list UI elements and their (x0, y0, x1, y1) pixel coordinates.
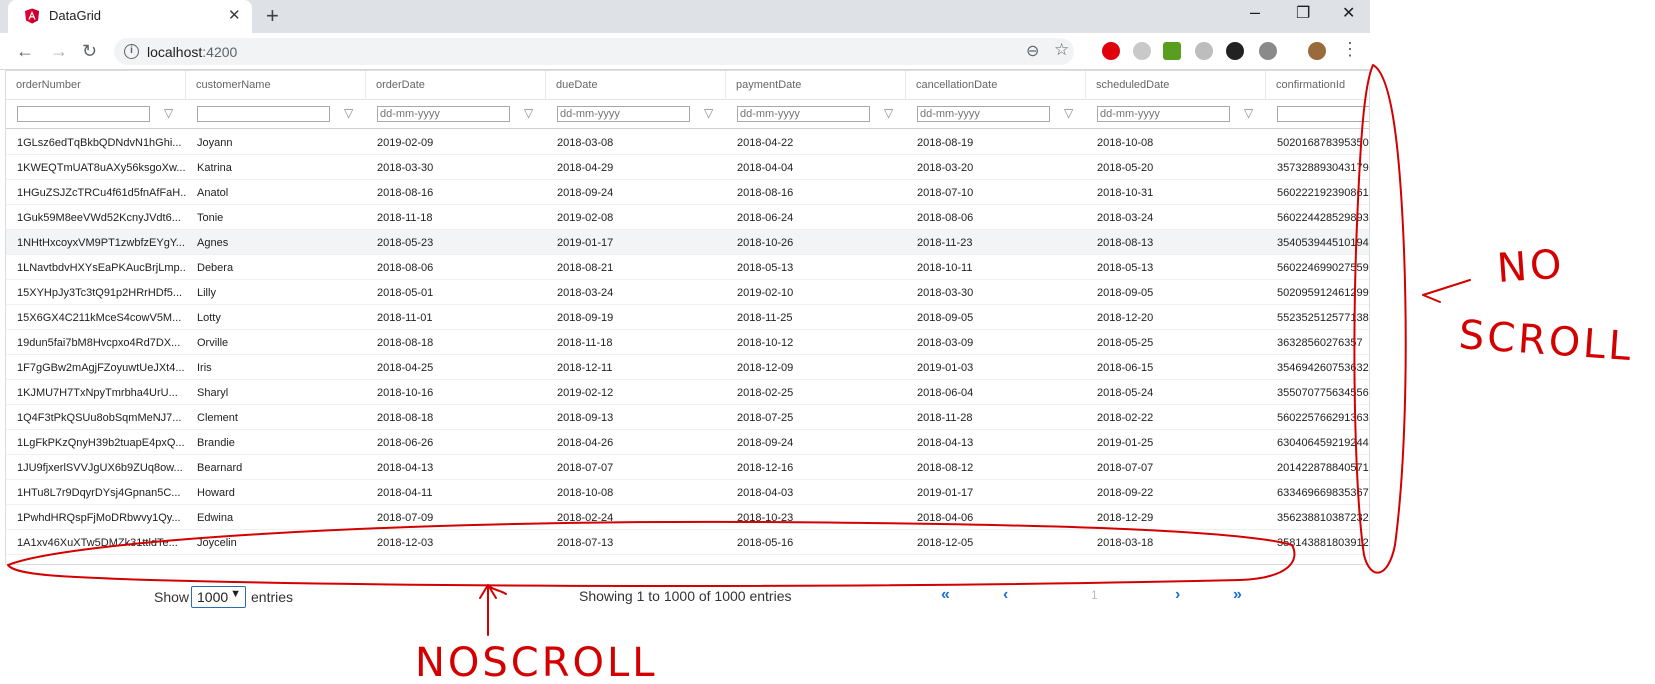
bottom-scroll-ellipse (7, 520, 1296, 587)
right-scroll-ellipse (1353, 64, 1407, 574)
right-arrow-icon (1422, 279, 1471, 303)
bottom-arrow-icon (479, 584, 507, 636)
right-annotation-scroll: SCROLL (1457, 312, 1635, 370)
right-annotation-no: NO (1495, 241, 1565, 292)
screenshot: { "browser": { "tab_title": "DataGrid", … (0, 0, 1655, 684)
annotation-overlay: NO SCROLL NOSCROLL (7, 64, 1635, 684)
bottom-annotation-noscroll: NOSCROLL (415, 640, 658, 684)
